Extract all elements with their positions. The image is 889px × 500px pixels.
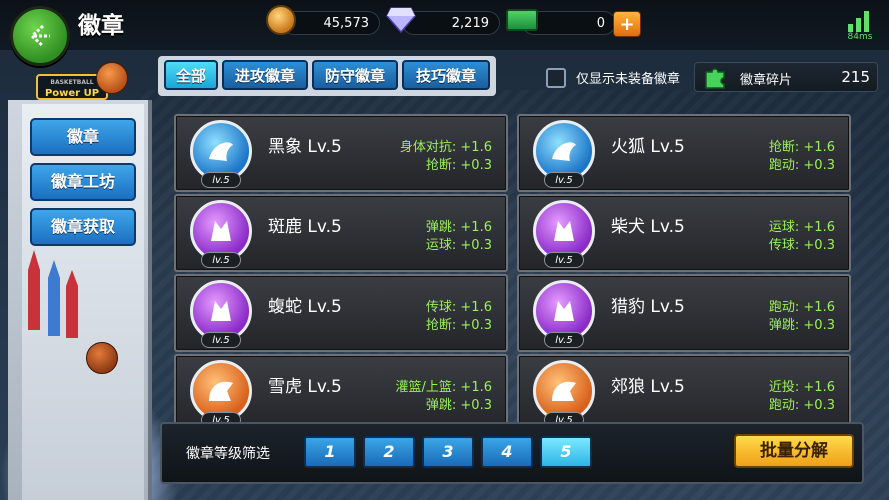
- badge-stat: 传球: +0.3: [768, 238, 835, 253]
- animal-emblem-icon: [209, 381, 233, 401]
- badge-stat: 身体对抗: +1.6: [399, 140, 492, 155]
- basketball-icon: [86, 342, 118, 374]
- badge-name: 黑象 Lv.5: [268, 137, 342, 157]
- tab-offense[interactable]: 进攻徽章: [222, 60, 308, 90]
- badge-name: 猎豹 Lv.5: [611, 297, 685, 317]
- level-filter-button-2[interactable]: 2: [363, 436, 415, 468]
- animal-emblem-icon: [552, 381, 576, 401]
- ping-readout: 84ms: [847, 32, 873, 42]
- add-cash-button[interactable]: +: [613, 11, 641, 37]
- unequipped-only-checkbox[interactable]: [546, 68, 566, 88]
- badge-name: 郊狼 Lv.5: [611, 377, 685, 397]
- level-filter-label: 徽章等级筛选: [186, 446, 270, 462]
- gem-counter: 2,219: [402, 11, 500, 35]
- rockets-decoration-icon: [28, 250, 78, 338]
- tab-all[interactable]: 全部: [164, 60, 218, 90]
- animal-emblem-icon: [211, 221, 231, 241]
- badge-stat: 跑动: +0.3: [768, 398, 835, 413]
- coin-counter: 45,573: [282, 11, 380, 35]
- badge-stat: 运球: +0.3: [425, 238, 492, 253]
- badge-stat: 跑动: +1.6: [768, 300, 835, 315]
- cash-value: 0: [596, 15, 605, 31]
- puzzle-piece-icon: [705, 68, 725, 89]
- level-filter-button-5[interactable]: 5: [540, 436, 592, 468]
- page-title: 徽章: [78, 13, 124, 39]
- badge-stat: 抢断: +1.6: [768, 140, 835, 155]
- badge-name: 雪虎 Lv.5: [268, 377, 342, 397]
- cash-icon: [506, 9, 538, 31]
- basketball-logo-icon: [96, 62, 128, 94]
- gem-value: 2,219: [451, 15, 489, 31]
- animal-emblem-icon: [554, 221, 574, 241]
- level-filter-button-3[interactable]: 3: [422, 436, 474, 468]
- unequipped-only-label: 仅显示未装备徽章: [576, 72, 681, 87]
- back-arrow-icon: [29, 24, 50, 48]
- badge-stat: 弹跳: +1.6: [425, 220, 492, 235]
- badge-level-tag: lv.5: [201, 332, 241, 348]
- badge-stat: 传球: +1.6: [425, 300, 492, 315]
- animal-emblem-icon: [209, 142, 233, 161]
- badge-level-tag: lv.5: [201, 172, 241, 188]
- fragment-label: 徽章碎片: [740, 73, 793, 88]
- badge-stat: 跑动: +0.3: [768, 158, 835, 173]
- tab-skill[interactable]: 技巧徽章: [402, 60, 490, 90]
- badge-level-tag: lv.5: [544, 252, 584, 268]
- badge-name: 蝮蛇 Lv.5: [268, 297, 342, 317]
- badge-level-tag: lv.5: [544, 172, 584, 188]
- tab-defense[interactable]: 防守徽章: [312, 60, 398, 90]
- fragment-value: 215: [841, 68, 870, 86]
- sidebar-item-badge-obtain[interactable]: 徽章获取: [30, 208, 136, 246]
- badge-stat: 抢断: +0.3: [425, 318, 492, 333]
- badge-stat: 灌篮/上篮: +1.6: [395, 380, 492, 395]
- sidebar-item-badge-workshop[interactable]: 徽章工坊: [30, 163, 136, 201]
- logo-text: Power UP: [44, 88, 100, 99]
- badge-name: 火狐 Lv.5: [611, 137, 685, 157]
- badge-stat: 抢断: +0.3: [425, 158, 492, 173]
- bulk-decompose-button[interactable]: 批量分解: [734, 434, 854, 468]
- sidebar-item-badges[interactable]: 徽章: [30, 118, 136, 156]
- coin-value: 45,573: [323, 15, 370, 31]
- diamond-icon: [386, 7, 416, 34]
- level-filter-button-4[interactable]: 4: [481, 436, 533, 468]
- badge-stat: 近投: +1.6: [768, 380, 835, 395]
- badge-name: 斑鹿 Lv.5: [268, 217, 342, 237]
- badge-stat: 弹跳: +0.3: [425, 398, 492, 413]
- badge-stat: 弹跳: +0.3: [768, 318, 835, 333]
- animal-emblem-icon: [554, 301, 574, 321]
- badge-level-tag: lv.5: [544, 332, 584, 348]
- back-button[interactable]: [10, 6, 70, 66]
- coin-icon: [266, 5, 296, 35]
- animal-emblem-icon: [552, 142, 576, 161]
- animal-emblem-icon: [211, 301, 231, 321]
- level-filter-button-1[interactable]: 1: [304, 436, 356, 468]
- badge-stat: 运球: +1.6: [768, 220, 835, 235]
- badge-level-tag: lv.5: [201, 252, 241, 268]
- badge-name: 柴犬 Lv.5: [611, 217, 685, 237]
